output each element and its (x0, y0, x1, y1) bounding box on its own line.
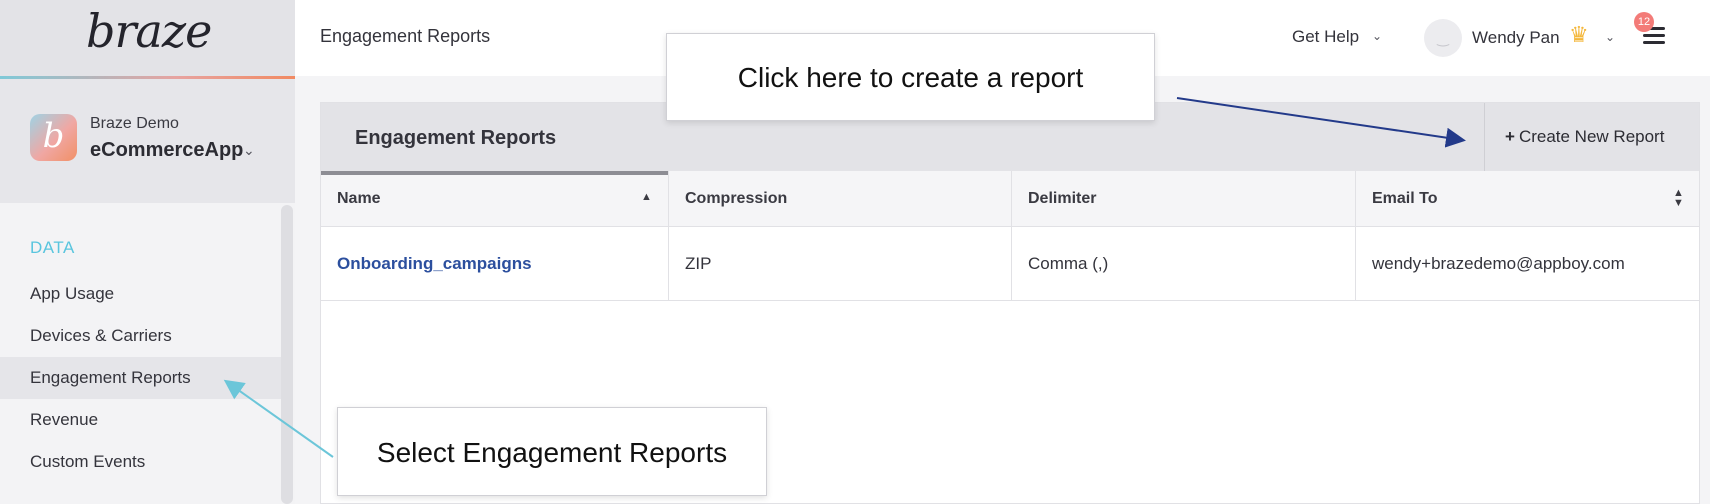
user-name[interactable]: Wendy Pan (1472, 28, 1560, 48)
chevron-down-icon[interactable]: ⌄ (1605, 30, 1615, 44)
callout-create-report: Click here to create a report (666, 33, 1155, 121)
sort-asc-icon[interactable]: ▲ (641, 171, 652, 223)
create-new-report-button[interactable]: + Create New Report (1484, 103, 1699, 171)
sidebar-item-revenue[interactable]: Revenue (0, 399, 281, 441)
app-root: braze b Braze Demo eCommerceApp ⌄ DATA A… (0, 0, 1710, 504)
sidebar-section-data: DATA (30, 238, 75, 257)
column-header-compression[interactable]: Compression (669, 171, 1012, 227)
chevron-down-icon[interactable]: ⌄ (243, 142, 255, 159)
logo-area: braze (0, 0, 295, 78)
sidebar-item-app-usage[interactable]: App Usage (0, 273, 281, 315)
user-avatar-icon[interactable]: ‿ (1424, 19, 1462, 57)
sidebar-scrollbar[interactable] (281, 205, 293, 504)
sidebar-item-custom-events[interactable]: Custom Events (0, 441, 281, 483)
crown-icon: ♛ (1569, 22, 1589, 47)
report-delimiter: Comma (,) (1012, 227, 1356, 301)
page-title: Engagement Reports (320, 26, 491, 46)
sort-both-icon[interactable]: ▲ ▼ (1673, 188, 1684, 209)
app-company-name: Braze Demo (90, 115, 179, 132)
column-header-delimiter[interactable]: Delimiter (1012, 171, 1356, 227)
app-switcher[interactable]: b Braze Demo eCommerceApp ⌄ (0, 79, 295, 203)
plus-icon: + (1505, 127, 1515, 146)
sidebar-item-engagement-reports[interactable]: Engagement Reports (0, 357, 281, 399)
app-avatar-icon: b (30, 114, 77, 161)
chevron-down-icon[interactable]: ⌄ (1372, 29, 1382, 43)
get-help-menu[interactable]: Get Help (1292, 27, 1359, 47)
callout-select-engagement-reports: Select Engagement Reports (337, 407, 767, 496)
app-name[interactable]: eCommerceApp (90, 139, 243, 162)
sidebar-item-devices-carriers[interactable]: Devices & Carriers (0, 315, 281, 357)
report-name-link[interactable]: Onboarding_campaigns (321, 227, 669, 301)
panel-title: Engagement Reports (355, 127, 557, 149)
braze-logo[interactable]: braze (86, 4, 212, 58)
report-email-to: wendy+brazedemo@appboy.com (1372, 254, 1625, 273)
create-new-report-label: Create New Report (1518, 127, 1665, 146)
column-header-email-to[interactable]: Email To (1356, 171, 1699, 227)
column-header-name[interactable]: Name (321, 171, 669, 227)
table-header: Name ▲ Compression Delimiter Email To ▲ ▼ (321, 171, 1699, 227)
report-compression: ZIP (669, 227, 1012, 301)
notification-badge: 12 (1634, 12, 1654, 32)
table-row[interactable]: Onboarding_campaigns ZIP Comma (,) wendy… (321, 227, 1699, 301)
sidebar: braze b Braze Demo eCommerceApp ⌄ DATA A… (0, 0, 295, 504)
